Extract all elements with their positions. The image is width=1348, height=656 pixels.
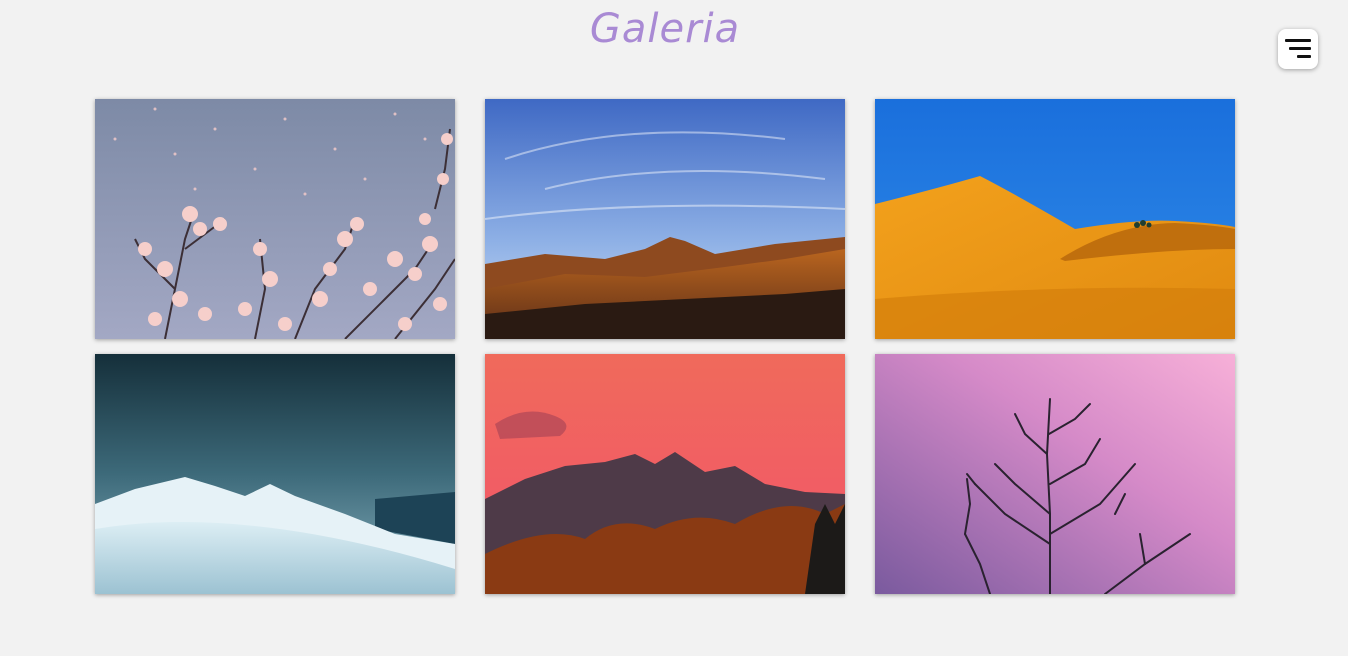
page-title: Galeria bbox=[589, 6, 741, 52]
gallery-page: Galeria bbox=[0, 0, 1348, 656]
bare-tree-pink-sky-icon bbox=[875, 354, 1235, 594]
snowy-mountain-icon bbox=[95, 354, 455, 594]
blossom-branches-icon bbox=[95, 99, 455, 339]
gallery-photo-red-sky[interactable] bbox=[485, 354, 845, 594]
desert-dune-icon bbox=[875, 99, 1235, 339]
photo-grid bbox=[95, 99, 1235, 594]
gallery-photo-mountains[interactable] bbox=[485, 99, 845, 339]
menu-button[interactable] bbox=[1278, 29, 1318, 69]
gallery-photo-snow[interactable] bbox=[95, 354, 455, 594]
gallery-photo-blossom[interactable] bbox=[95, 99, 455, 339]
gallery-photo-desert[interactable] bbox=[875, 99, 1235, 339]
gallery-photo-tree[interactable] bbox=[875, 354, 1235, 594]
red-sky-mountain-icon bbox=[485, 354, 845, 594]
mountain-landscape-icon bbox=[485, 99, 845, 339]
